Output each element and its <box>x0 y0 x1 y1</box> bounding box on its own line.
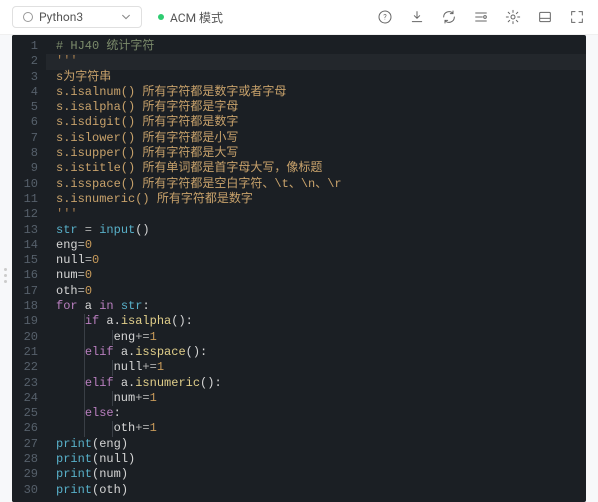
line-number: 18 <box>22 299 38 314</box>
line-number: 5 <box>22 100 38 115</box>
line-number: 16 <box>22 268 38 283</box>
fullscreen-icon[interactable] <box>568 8 586 26</box>
code-line[interactable]: eng+=1 <box>46 330 586 345</box>
code-line[interactable]: eng=0 <box>46 238 586 253</box>
line-number: 11 <box>22 192 38 207</box>
code-line[interactable]: oth+=1 <box>46 421 586 436</box>
language-label: Python3 <box>39 10 83 24</box>
line-number: 2 <box>22 54 38 69</box>
gear-icon[interactable] <box>504 8 522 26</box>
toolbar-icons: ? <box>376 8 586 26</box>
code-line[interactable]: s.isalpha() 所有字符都是字母 <box>46 100 586 115</box>
line-number: 17 <box>22 284 38 299</box>
code-line[interactable]: s.isdigit() 所有字符都是数字 <box>46 115 586 130</box>
language-indicator-icon <box>23 12 33 22</box>
line-number: 1 <box>22 39 38 54</box>
code-line[interactable]: num+=1 <box>46 391 586 406</box>
line-number: 24 <box>22 391 38 406</box>
line-number: 10 <box>22 177 38 192</box>
line-number: 8 <box>22 146 38 161</box>
code-line[interactable]: print(oth) <box>46 483 586 498</box>
line-number-gutter: 1234567891011121314151617181920212223242… <box>12 35 46 502</box>
code-line[interactable]: elif a.isspace(): <box>46 345 586 360</box>
line-number: 21 <box>22 345 38 360</box>
code-line[interactable]: s.islower() 所有字符都是小写 <box>46 131 586 146</box>
code-line[interactable]: s.isalnum() 所有字符都是数字或者字母 <box>46 85 586 100</box>
code-line[interactable]: # HJ40 统计字符 <box>46 39 586 54</box>
line-number: 19 <box>22 314 38 329</box>
code-line[interactable]: print(eng) <box>46 437 586 452</box>
code-line[interactable]: else: <box>46 406 586 421</box>
code-line[interactable]: ''' <box>46 207 586 222</box>
code-line[interactable]: s.isupper() 所有字符都是大写 <box>46 146 586 161</box>
svg-text:?: ? <box>383 13 387 22</box>
code-line[interactable]: if a.isalpha(): <box>46 314 586 329</box>
code-line[interactable]: num=0 <box>46 268 586 283</box>
status-dot-icon <box>158 14 164 20</box>
code-line[interactable]: ''' <box>46 54 586 69</box>
line-number: 12 <box>22 207 38 222</box>
line-number: 20 <box>22 330 38 345</box>
code-line[interactable]: print(num) <box>46 467 586 482</box>
download-icon[interactable] <box>408 8 426 26</box>
code-line[interactable]: elif a.isnumeric(): <box>46 376 586 391</box>
settings-lines-icon[interactable] <box>472 8 490 26</box>
code-line[interactable]: s.isnumeric() 所有字符都是数字 <box>46 192 586 207</box>
refresh-icon[interactable] <box>440 8 458 26</box>
code-line[interactable]: s.isspace() 所有字符都是空白字符、\t、\n、\r <box>46 177 586 192</box>
top-toolbar: Python3 ACM 模式 ? <box>0 0 598 35</box>
line-number: 27 <box>22 437 38 452</box>
line-number: 28 <box>22 452 38 467</box>
code-line[interactable]: null=0 <box>46 253 586 268</box>
code-line[interactable]: s为字符串 <box>46 70 586 85</box>
code-editor[interactable]: 1234567891011121314151617181920212223242… <box>12 35 586 502</box>
drag-handle-icon[interactable] <box>4 268 7 283</box>
code-line[interactable]: s.istitle() 所有单词都是首字母大写，像标题 <box>46 161 586 176</box>
line-number: 13 <box>22 223 38 238</box>
panel-icon[interactable] <box>536 8 554 26</box>
line-number: 6 <box>22 115 38 130</box>
line-number: 30 <box>22 483 38 498</box>
code-line[interactable]: print(null) <box>46 452 586 467</box>
line-number: 9 <box>22 161 38 176</box>
code-line[interactable]: str = input() <box>46 223 586 238</box>
code-line[interactable]: for a in str: <box>46 299 586 314</box>
line-number: 25 <box>22 406 38 421</box>
line-number: 23 <box>22 376 38 391</box>
code-area[interactable]: # HJ40 统计字符'''s为字符串s.isalnum() 所有字符都是数字或… <box>46 35 586 502</box>
line-number: 29 <box>22 467 38 482</box>
editor-container: 1234567891011121314151617181920212223242… <box>0 35 598 502</box>
code-line[interactable]: oth=0 <box>46 284 586 299</box>
language-select[interactable]: Python3 <box>12 6 142 28</box>
help-icon[interactable]: ? <box>376 8 394 26</box>
line-number: 22 <box>22 360 38 375</box>
line-number: 26 <box>22 421 38 436</box>
code-line[interactable]: null+=1 <box>46 360 586 375</box>
line-number: 4 <box>22 85 38 100</box>
mode-indicator: ACM 模式 <box>158 9 223 26</box>
line-number: 14 <box>22 238 38 253</box>
chevron-down-icon <box>121 12 131 22</box>
line-number: 15 <box>22 253 38 268</box>
mode-label: ACM 模式 <box>170 9 223 26</box>
line-number: 3 <box>22 70 38 85</box>
line-number: 7 <box>22 131 38 146</box>
